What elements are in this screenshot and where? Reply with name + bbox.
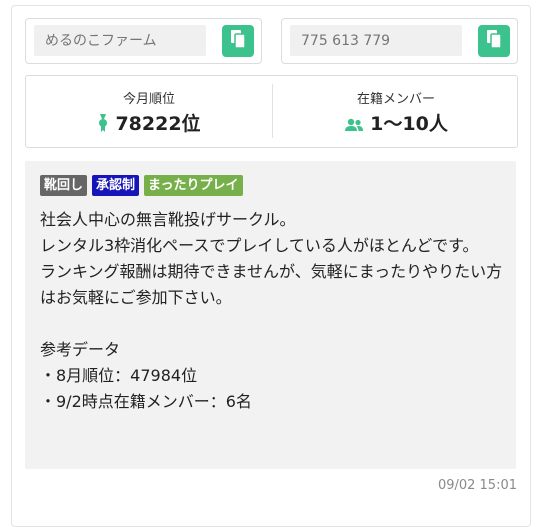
- tag-approval: 承認制: [92, 175, 140, 196]
- copy-name-button[interactable]: [222, 25, 254, 57]
- members-value-row: 1〜10人: [273, 109, 519, 137]
- tag-casual-play: まったりプレイ: [144, 175, 243, 196]
- post-timestamp: 09/02 15:01: [437, 478, 517, 493]
- rank-value-row: 78222位: [26, 109, 272, 137]
- circle-description: 社会人中心の無言靴投げサークル。 レンタル3枠消化ペースでプレイしている人がほと…: [40, 210, 503, 411]
- rank-stat: 今月順位 78222位: [26, 76, 272, 147]
- tag-kutsumawashi: 靴回し: [40, 175, 88, 196]
- circle-name-box: [25, 18, 262, 64]
- members-label: 在籍メンバー: [356, 92, 435, 107]
- members-stat: 在籍メンバー 1〜10人: [273, 76, 519, 147]
- members-value: 1〜10人: [370, 113, 448, 135]
- circle-stats: 今月順位 78222位 在籍メンバー 1〜10人: [25, 75, 518, 148]
- description-panel: 靴回し 承認制 まったりプレイ 社会人中心の無言靴投げサークル。 レンタル3枠消…: [25, 161, 516, 469]
- circle-name-field[interactable]: [34, 25, 206, 56]
- copy-icon: [486, 29, 502, 53]
- medal-icon: [97, 114, 109, 137]
- copy-icon: [230, 29, 246, 53]
- tag-list: 靴回し 承認制 まったりプレイ: [40, 175, 243, 196]
- copy-id-button[interactable]: [478, 25, 510, 57]
- circle-id-box: [281, 18, 518, 64]
- rank-value: 78222位: [115, 113, 201, 135]
- rank-label: 今月順位: [122, 92, 175, 107]
- users-icon: [344, 115, 364, 137]
- circle-id-field[interactable]: [290, 25, 462, 56]
